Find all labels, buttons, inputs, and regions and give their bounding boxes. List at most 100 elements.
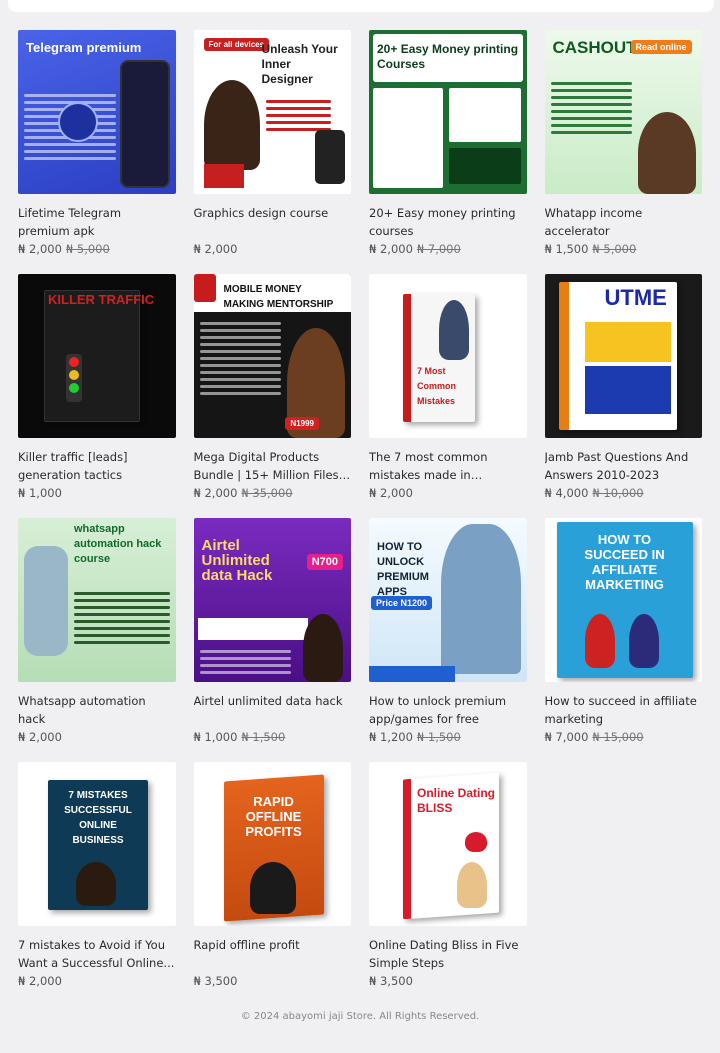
product-price-row: ₦ 2,000 bbox=[369, 484, 527, 502]
product-title: Jamb Past Questions And Answers 2010-202… bbox=[544, 450, 689, 482]
price: ₦ 4,000 bbox=[544, 486, 589, 500]
product-thumbnail: RAPID OFFLINE PROFITS bbox=[193, 762, 351, 926]
price: ₦ 2,000 bbox=[18, 242, 62, 256]
product-card[interactable]: MOBILE MONEY MAKING MENTORSHIP N1999 Meg… bbox=[193, 274, 352, 518]
product-thumbnail: Telegram premium bbox=[18, 30, 176, 194]
price: ₦ 3,500 bbox=[369, 974, 413, 988]
product-thumbnail: HOW TO UNLOCK PREMIUM APPS Price N1200 bbox=[369, 518, 527, 682]
cover-text: HOW TO SUCCEED IN AFFILIATE MARKETING bbox=[584, 532, 665, 592]
product-price-row: ₦ 2,000 ₦ 7,000 bbox=[369, 240, 527, 258]
cover-text: Unleash Your Inner Designer bbox=[261, 42, 338, 86]
cover-text: HOW TO UNLOCK PREMIUM APPS bbox=[377, 541, 429, 598]
price: ₦ 1,200 bbox=[369, 730, 413, 744]
cover-text: 7 MISTAKES SUCCESSFUL ONLINE BUSINESS bbox=[64, 790, 132, 846]
old-price: ₦ 10,000 bbox=[592, 486, 644, 500]
cover-text: Airtel Unlimited data Hack bbox=[201, 537, 273, 584]
product-title: Killer traffic [leads] generation tactic… bbox=[18, 450, 128, 482]
product-title: Whatapp income accelerator bbox=[544, 206, 643, 238]
price: ₦ 2,000 bbox=[18, 730, 62, 744]
price: ₦ 2,000 bbox=[18, 974, 62, 988]
product-title: Airtel unlimited data hack bbox=[193, 694, 343, 708]
product-price-row: ₦ 2,000 ₦ 5,000 bbox=[18, 240, 176, 258]
cover-text: Telegram premium bbox=[26, 40, 142, 55]
product-price-row: ₦ 3,500 bbox=[194, 972, 352, 990]
product-thumbnail: 7 Most Common Mistakes bbox=[369, 274, 527, 438]
cover-text: MOBILE MONEY MAKING MENTORSHIP bbox=[223, 284, 334, 310]
price: ₦ 2,000 bbox=[193, 242, 238, 256]
footer-copyright: © 2024 abayomi jaji Store. All Rights Re… bbox=[240, 1011, 480, 1022]
product-price-row: ₦ 2,000 bbox=[194, 240, 352, 258]
product-price-row: ₦ 2,000 bbox=[18, 972, 176, 990]
product-card[interactable]: UTME Jamb Past Questions And Answers 201… bbox=[544, 274, 703, 518]
old-price: ₦ 15,000 bbox=[592, 730, 644, 744]
old-price: ₦ 1,500 bbox=[241, 730, 286, 744]
price: ₦ 1,000 bbox=[18, 486, 62, 500]
product-title: Online Dating Bliss in Five Simple Steps bbox=[369, 938, 519, 970]
product-card[interactable]: 7 Most Common Mistakes The 7 most common… bbox=[369, 274, 527, 518]
product-grid: Telegram premium Lifetime Telegram premi… bbox=[18, 30, 702, 1006]
cover-text: UTME bbox=[604, 285, 667, 310]
cover-text: 7 Most Common Mistakes bbox=[417, 366, 456, 406]
product-price-row: ₦ 3,500 bbox=[369, 972, 527, 990]
product-thumbnail: For all devices Unleash Your Inner Desig… bbox=[193, 30, 351, 194]
product-title: 20+ Easy money printing courses bbox=[369, 206, 516, 238]
cover-text: RAPID OFFLINE PROFITS bbox=[245, 794, 302, 839]
product-card[interactable]: RAPID OFFLINE PROFITS Rapid offline prof… bbox=[193, 762, 352, 1006]
product-price-row: ₦ 7,000 ₦ 15,000 bbox=[545, 728, 703, 746]
product-thumbnail: Airtel Unlimited data Hack N700 bbox=[193, 518, 351, 682]
old-price: ₦ 35,000 bbox=[241, 486, 293, 500]
price: ₦ 3,500 bbox=[193, 974, 238, 988]
product-title: Mega Digital Products Bundle | 15+ Milli… bbox=[193, 450, 347, 482]
product-title: The 7 most common mistakes made in affil… bbox=[369, 450, 488, 482]
product-title: Graphics design course bbox=[193, 206, 329, 220]
product-title: How to unlock premium app/games for free bbox=[369, 694, 507, 726]
old-price: ₦ 1,500 bbox=[416, 730, 461, 744]
cover-text: KILLER TRAFFIC bbox=[48, 292, 155, 307]
product-thumbnail: MOBILE MONEY MAKING MENTORSHIP N1999 bbox=[193, 274, 351, 438]
old-price: ₦ 5,000 bbox=[65, 242, 110, 256]
product-thumbnail: UTME bbox=[544, 274, 702, 438]
price: ₦ 1,000 bbox=[193, 730, 238, 744]
price: ₦ 2,000 bbox=[193, 486, 238, 500]
product-price-row: ₦ 2,000 bbox=[18, 728, 176, 746]
product-title: Whatsapp automation hack bbox=[18, 694, 146, 726]
product-card[interactable]: Telegram premium Lifetime Telegram premi… bbox=[18, 30, 176, 274]
price: ₦ 1,500 bbox=[544, 242, 589, 256]
product-card[interactable]: Online Dating BLISS Online Dating Bliss … bbox=[369, 762, 527, 1006]
product-thumbnail: 20+ Easy Money printing Courses bbox=[369, 30, 527, 194]
product-thumbnail: whatsapp automation hack course bbox=[18, 518, 176, 682]
product-card[interactable]: 7 MISTAKES SUCCESSFUL ONLINE BUSINESS 7 … bbox=[18, 762, 176, 1006]
product-thumbnail: KILLER TRAFFIC bbox=[18, 274, 176, 438]
cover-text: 20+ Easy Money printing Courses bbox=[377, 42, 519, 71]
product-price-row: ₦ 2,000 ₦ 35,000 bbox=[194, 484, 352, 502]
product-card[interactable]: CASHOUT Read online Whatapp income accel… bbox=[544, 30, 703, 274]
product-title: Lifetime Telegram premium apk bbox=[18, 206, 122, 238]
product-price-row: ₦ 4,000 ₦ 10,000 bbox=[545, 484, 703, 502]
product-card[interactable]: whatsapp automation hack course Whatsapp… bbox=[18, 518, 176, 762]
product-title: 7 mistakes to Avoid if You Want a Succes… bbox=[18, 938, 175, 970]
product-price-row: ₦ 1,000 ₦ 1,500 bbox=[194, 728, 352, 746]
product-price-row: ₦ 1,000 bbox=[18, 484, 176, 502]
top-header-bar bbox=[8, 0, 714, 12]
product-thumbnail: 7 MISTAKES SUCCESSFUL ONLINE BUSINESS bbox=[18, 762, 176, 926]
product-thumbnail: CASHOUT Read online bbox=[544, 30, 702, 194]
price: ₦ 2,000 bbox=[369, 486, 413, 500]
product-card[interactable]: For all devices Unleash Your Inner Desig… bbox=[193, 30, 352, 274]
product-thumbnail: HOW TO SUCCEED IN AFFILIATE MARKETING bbox=[544, 518, 702, 682]
old-price: ₦ 5,000 bbox=[592, 242, 637, 256]
product-price-row: ₦ 1,500 ₦ 5,000 bbox=[545, 240, 703, 258]
product-title: How to succeed in affiliate marketing bbox=[544, 694, 697, 726]
product-card[interactable]: KILLER TRAFFIC Killer traffic [leads] ge… bbox=[18, 274, 176, 518]
product-card[interactable]: 20+ Easy Money printing Courses 20+ Easy… bbox=[369, 30, 527, 274]
price: ₦ 2,000 bbox=[369, 242, 413, 256]
product-card[interactable]: Airtel Unlimited data Hack N700 Airtel u… bbox=[193, 518, 352, 762]
product-thumbnail: Online Dating BLISS bbox=[369, 762, 527, 926]
cover-text: Online Dating BLISS bbox=[417, 786, 495, 815]
old-price: ₦ 7,000 bbox=[416, 242, 461, 256]
price: ₦ 7,000 bbox=[544, 730, 589, 744]
cover-text: whatsapp automation hack course bbox=[74, 523, 162, 565]
product-card[interactable]: HOW TO UNLOCK PREMIUM APPS Price N1200 H… bbox=[369, 518, 527, 762]
product-card[interactable]: HOW TO SUCCEED IN AFFILIATE MARKETING Ho… bbox=[544, 518, 703, 762]
product-price-row: ₦ 1,200 ₦ 1,500 bbox=[369, 728, 527, 746]
product-title: Rapid offline profit bbox=[193, 938, 300, 952]
